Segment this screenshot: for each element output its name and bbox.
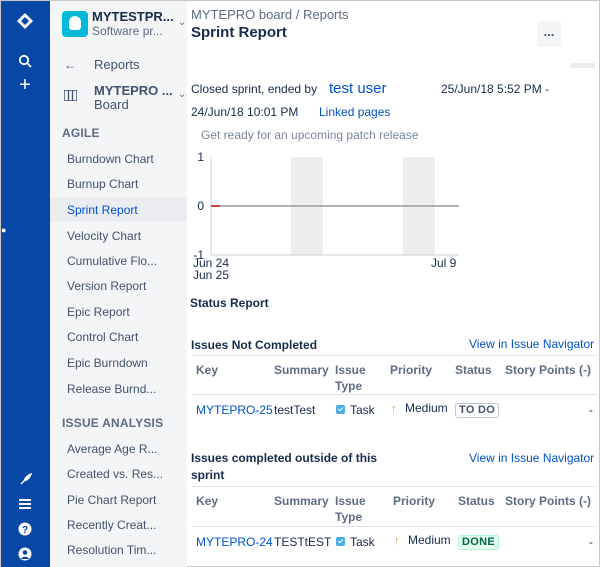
x-tick-label: Jun 25 [193,268,229,279]
profile-icon[interactable] [13,542,37,566]
y-tick-label: 0 [197,199,204,213]
more-actions-button[interactable]: ... [537,21,561,47]
status-report-title: Status Report [190,296,269,310]
view-in-issue-navigator-link[interactable]: View in Issue Navigator [469,337,594,351]
column-header-summary: Summary [274,494,329,508]
page-title: Sprint Report [191,24,287,41]
issue-type: Task [336,535,375,549]
app-window: + ? ● MYTESTPR... Software pr... ⌄ ← Rep… [0,0,600,567]
global-nav: + ? ● [1,1,50,567]
sidebar-item-epic-report[interactable]: Epic Report [50,300,187,324]
status-badge: DONE [458,534,499,550]
not-completed-title: Issues Not Completed [191,338,318,352]
column-header-story-points: Story Points (-) [505,494,591,508]
sprint-start-date: 25/Jun/18 5:52 PM - [441,82,550,96]
table-divider [191,355,597,356]
sidebar-item-resolution-time[interactable]: Resolution Tim... [50,538,187,562]
board-switcher[interactable]: MYTEPRO ... Board [63,83,173,112]
linked-pages-link[interactable]: Linked pages [319,105,390,119]
issue-type: Task [336,403,375,417]
project-avatar [62,11,88,37]
table-divider [191,526,597,527]
chevron-down-icon[interactable]: ⌄ [178,17,186,28]
menu-icon[interactable] [13,492,37,516]
issue-priority: ↑ Medium [391,401,448,415]
arrow-left-icon: ← [64,57,76,72]
task-icon [336,405,345,414]
help-icon[interactable]: ? [13,517,37,541]
column-header-issue-type: Issue Type [335,494,366,524]
scroll-indicator [571,63,595,68]
window-edge-mark: ● [1,225,7,235]
y-tick-label: 1 [197,150,204,164]
story-points: - [589,403,593,417]
issue-priority: ↑ Medium [394,533,451,547]
column-header-priority: Priority [393,494,436,508]
issue-key-link[interactable]: MYTEPRO-24 [196,535,273,549]
sidebar-item-burndown-chart[interactable]: Burndown Chart [50,147,187,171]
column-header-key: Key [196,363,219,377]
status-badge: TO DO [455,402,500,418]
sprint-end-date: 24/Jun/18 10:01 PM [191,105,299,119]
sidebar-item-velocity-chart[interactable]: Velocity Chart [50,224,187,248]
sidebar-item-average-age-report[interactable]: Average Age R... [50,437,187,461]
issue-analysis-section-title: ISSUE ANALYSIS [62,416,164,430]
column-header-issue-type: Issue Type [335,363,366,393]
sprint-burndown-chart: 10-1Jun 24Jun 25Jul 9 [193,150,459,279]
breadcrumb[interactable]: MYTEPRO board / Reports [191,7,349,22]
issue-summary: TESTtEST [274,535,332,549]
completed-outside-title: Issues completed outside of this sprint [191,451,378,482]
main-content: MYTEPRO board / Reports Sprint Report ..… [187,1,599,567]
sidebar-item-pie-chart-report[interactable]: Pie Chart Report [50,488,187,512]
sidebar-item-sprint-report[interactable]: Sprint Report [50,198,187,222]
table-divider [191,394,597,395]
jira-logo-icon[interactable] [13,9,37,33]
project-name: MYTESTPR... [92,9,174,24]
project-header[interactable]: MYTESTPR... Software pr... [62,9,174,39]
column-header-priority: Priority [390,363,433,377]
issue-key-link[interactable]: MYTEPRO-25 [196,403,273,417]
back-label: Reports [94,57,140,72]
view-in-issue-navigator-link[interactable]: View in Issue Navigator [469,451,594,465]
priority-medium-icon: ↑ [394,535,400,547]
sidebar-item-recently-created[interactable]: Recently Creat... [50,513,187,537]
sprint-goal: Get ready for an upcoming patch release [201,128,419,142]
sprint-closed-by-user[interactable]: test user [329,80,387,97]
column-header-key: Key [196,494,219,508]
agile-section-title: AGILE [62,126,100,140]
story-points: - [589,535,593,549]
closed-sprint-text: Closed sprint, ended by [191,82,318,96]
sidebar-item-control-chart[interactable]: Control Chart [50,325,187,349]
board-chevron-down-icon[interactable]: ⌄ [178,89,186,100]
project-type: Software pr... [92,24,163,38]
board-label: Board [94,97,129,112]
sidebar-item-burnup-chart[interactable]: Burnup Chart [50,172,187,196]
column-header-status: Status [455,363,492,377]
table-divider [191,486,597,487]
board-name: MYTEPRO ... [94,83,173,98]
task-icon [336,537,345,546]
column-header-summary: Summary [274,363,329,377]
column-header-status: Status [458,494,495,508]
sidebar-item-epic-burndown[interactable]: Epic Burndown [50,351,187,375]
column-header-story-points: Story Points (-) [505,363,591,377]
sidebar-item-cumulative-flow[interactable]: Cumulative Flo... [50,249,187,273]
create-plus-icon[interactable]: + [13,73,37,97]
svg-text:?: ? [22,525,28,536]
sidebar-item-version-report[interactable]: Version Report [50,274,187,298]
issue-summary: testTest [274,403,316,417]
back-to-reports-link[interactable]: ← Reports [64,57,140,72]
priority-medium-icon: ↑ [391,403,397,415]
sidebar-item-release-burndown[interactable]: Release Burnd... [50,377,187,401]
feedback-rocket-icon[interactable] [13,467,37,491]
search-icon[interactable] [13,49,37,73]
project-sidebar: MYTESTPR... Software pr... ⌄ ← Reports M… [50,1,187,567]
board-icon [63,83,94,111]
x-tick-label: Jul 9 [431,256,457,270]
sidebar-item-created-vs-resolved[interactable]: Created vs. Res... [50,462,187,486]
